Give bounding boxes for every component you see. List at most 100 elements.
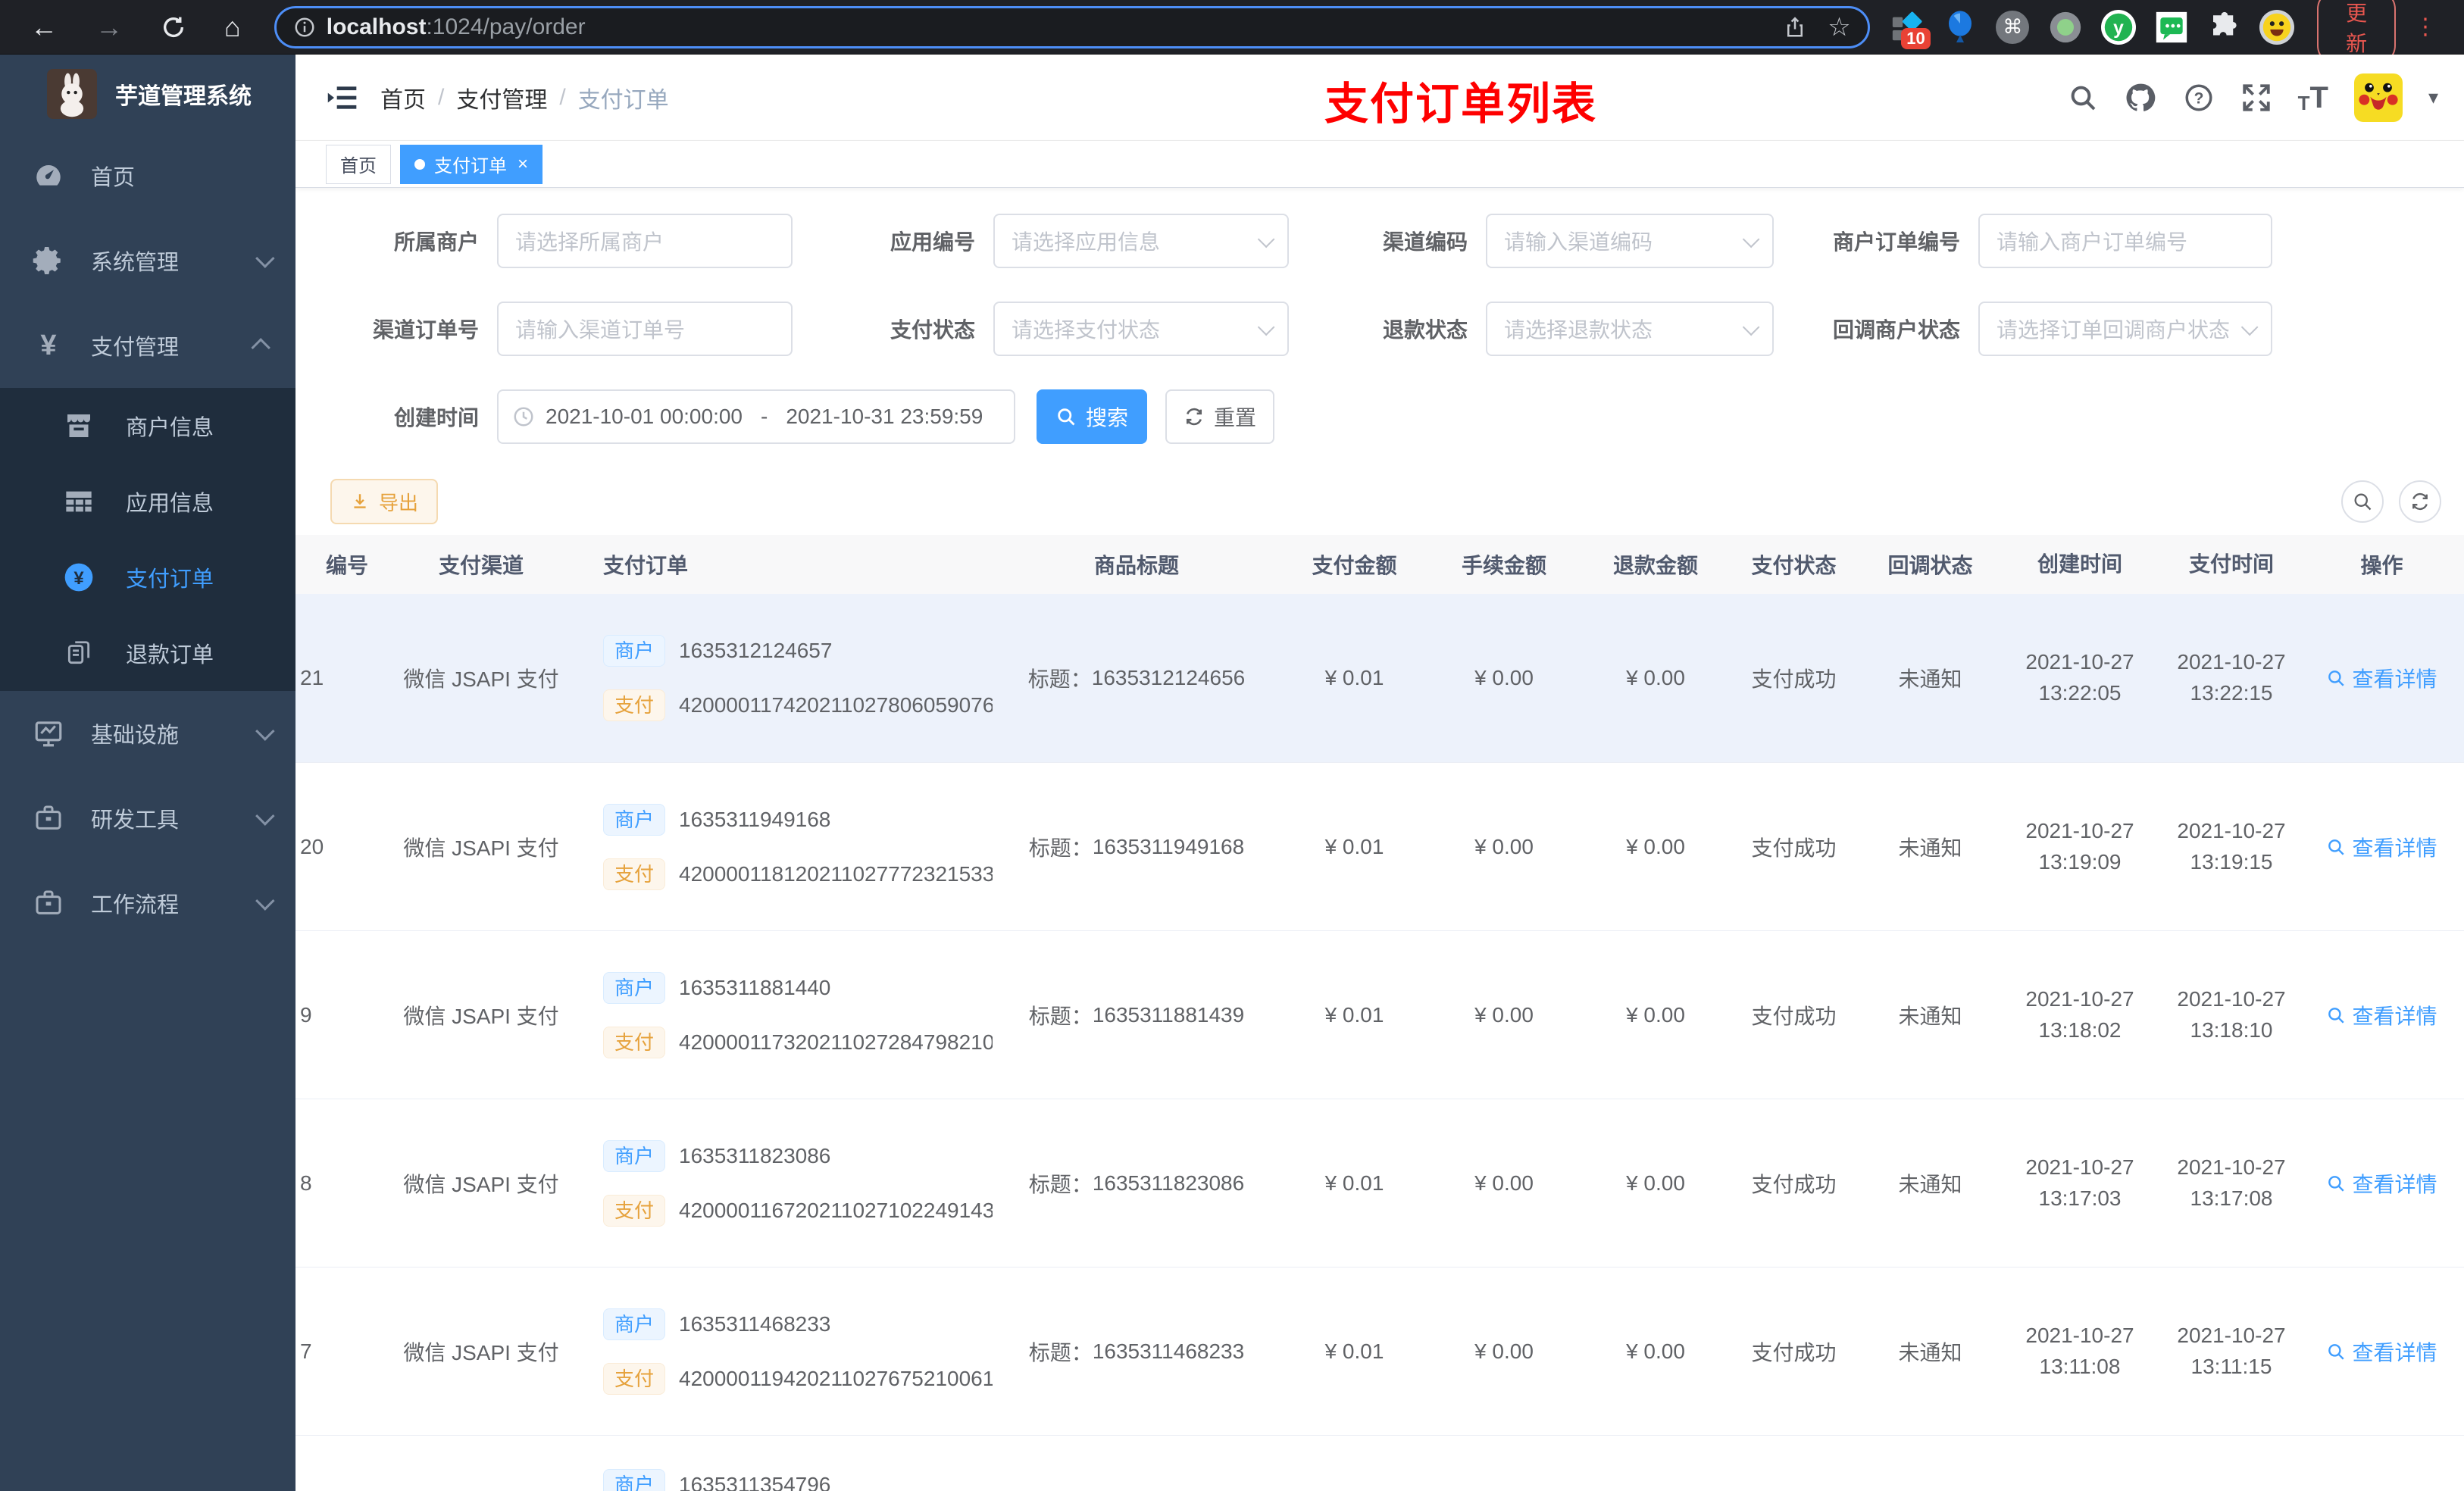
pay-tag: 支付 [603,1362,666,1395]
cell-pay-time: 2021-10-27 13:19:15 [2177,818,2286,874]
merchant-tag: 商户 [603,635,666,667]
extension-chat-icon[interactable] [2154,10,2189,45]
toolbox-icon [30,803,67,833]
browser-home-icon[interactable]: ⌂ [224,13,241,41]
view-detail-link[interactable]: 查看详情 [2307,1168,2456,1199]
chevron-down-icon [255,891,275,911]
cell-channel: 微信 JSAPI 支付 [403,1004,559,1028]
table-row[interactable]: 21 微信 JSAPI 支付 商户 1635312124657 支付 4200001… [295,594,2464,762]
notify-status-select[interactable]: 请选择订单回调商户状态 [1978,302,2272,356]
header-search-icon[interactable] [2068,83,2098,113]
merchant-order-no-input[interactable]: 请输入商户订单编号 [1978,214,2272,268]
extension-command-icon[interactable]: ⌘ [1995,10,2030,45]
filter-label: 渠道编码 [1382,230,1468,254]
col-header-pay-order: 支付订单 [603,554,689,577]
app-select[interactable]: 请选择应用信息 [993,214,1289,268]
browser-menu-icon[interactable]: ⋮ [2414,14,2437,40]
browser-back-icon[interactable]: ← [30,13,58,41]
tab-home[interactable]: 首页 [326,144,391,184]
help-icon[interactable]: ? [2183,82,2215,114]
cell-channel: 微信 JSAPI 支付 [403,1340,559,1364]
extension-yudao-icon[interactable]: y [2100,9,2136,45]
yen-icon: ¥ [40,330,57,361]
merchant-tag: 商户 [603,971,666,1004]
reset-button[interactable]: 重置 [1165,389,1274,444]
sidebar-item-merchant-info[interactable]: 商户信息 [0,388,295,464]
svg-text:y: y [2113,17,2124,38]
search-icon [1058,408,1075,426]
cell-pay-amount: ¥ 0.01 [1324,1339,1384,1363]
sidebar-item-workflow[interactable]: 工作流程 [0,861,295,946]
sidebar-item-dev-tools[interactable]: 研发工具 [0,776,295,861]
table-row[interactable]: 商户 1635311354796 [295,1435,2464,1491]
view-detail-link[interactable]: 查看详情 [2307,1000,2456,1030]
refresh-table-button[interactable] [2399,480,2441,523]
shop-icon [59,411,98,441]
channel-order-no-input[interactable]: 请输入渠道订单号 [497,302,793,356]
browser-forward-icon[interactable]: → [95,13,123,41]
github-icon[interactable] [2124,81,2157,114]
pay-status-select[interactable]: 请选择支付状态 [993,302,1289,356]
view-detail-link[interactable]: 查看详情 [2307,832,2456,862]
cell-pay-order: 商户 1635311823086 支付 4200001167202110271022… [591,1139,993,1227]
clock-icon [514,407,533,427]
cell-id: 21 [300,666,324,689]
yen-circle-icon: ¥ [59,561,98,594]
tab-label: 支付订单 [434,156,507,177]
breadcrumb-separator: / [438,84,445,110]
table-row[interactable]: 9 微信 JSAPI 支付 商户 1635311881440 支付 42000011… [295,930,2464,1099]
extension-balloon-icon[interactable] [1943,10,1978,45]
sidebar: 芋道管理系统 首页 系统管理 ¥ 支付管理 商户信息 应用信息 ¥ 支付订单 退… [0,55,295,1491]
extensions-puzzle-icon[interactable] [2207,10,2242,45]
table-row[interactable]: 8 微信 JSAPI 支付 商户 1635311823086 支付 42000011… [295,1099,2464,1267]
search-icon [2354,493,2372,511]
table-row[interactable]: 7 微信 JSAPI 支付 商户 1635311468233 支付 42000011… [295,1267,2464,1435]
export-button[interactable]: 导出 [330,479,439,524]
address-bar[interactable]: localhost:1024/pay/order ☆ [274,5,1870,48]
sidebar-item-refund-order[interactable]: 退款订单 [0,615,295,691]
view-detail-link[interactable]: 查看详情 [2307,1336,2456,1367]
font-size-icon[interactable]: TT [2298,83,2328,113]
sidebar-item-label: 商户信息 [126,416,214,440]
sidebar-item-infrastructure[interactable]: 基础设施 [0,691,295,776]
tab-pay-order[interactable]: 支付订单 × [400,144,543,184]
search-button[interactable]: 搜索 [1037,389,1147,444]
sidebar-item-app-info[interactable]: 应用信息 [0,464,295,539]
app-logo[interactable]: 芋道管理系统 [0,55,295,133]
cell-pay-amount: ¥ 0.01 [1324,666,1384,689]
breadcrumb-home[interactable]: 首页 [380,81,426,114]
sidebar-item-system[interactable]: 系统管理 [0,218,295,303]
bookmark-star-icon[interactable]: ☆ [1828,12,1850,42]
profile-emoji-icon[interactable] [2259,9,2295,45]
col-header-channel: 支付渠道 [438,554,524,577]
table-row[interactable]: 20 微信 JSAPI 支付 商户 1635311949168 支付 4200001… [295,762,2464,930]
placeholder-text: 请输入渠道编码 [1504,230,1653,254]
browser-reload-icon[interactable] [161,14,186,40]
create-time-range-picker[interactable]: 2021-10-01 00:00:00 - 2021-10-31 23:59:5… [497,389,1015,444]
fullscreen-icon[interactable] [2240,82,2272,114]
sidebar-item-pay-order[interactable]: ¥ 支付订单 [0,539,295,615]
breadcrumb-pay-mgmt[interactable]: 支付管理 [456,81,547,114]
cell-create-time: 2021-10-27 13:19:09 [2025,818,2134,874]
site-info-icon[interactable] [293,16,316,39]
sidebar-item-payment[interactable]: ¥ 支付管理 [0,303,295,388]
avatar-dropdown-caret-icon[interactable]: ▾ [2428,86,2438,109]
tab-close-icon[interactable]: × [518,154,528,175]
view-detail-link[interactable]: 查看详情 [2307,663,2456,693]
extension-dot-icon[interactable] [2048,10,2083,45]
magnifier-icon [2328,1007,2345,1024]
placeholder-text: 请输入渠道订单号 [515,318,686,342]
refund-status-select[interactable]: 请选择退款状态 [1486,302,1774,356]
cell-pay-time: 2021-10-27 13:18:10 [2177,986,2286,1042]
merchant-select[interactable]: 请选择所属商户 [497,214,793,268]
sidebar-item-home[interactable]: 首页 [0,133,295,218]
payment-submenu: 商户信息 应用信息 ¥ 支付订单 退款订单 [0,388,295,691]
share-icon[interactable] [1784,16,1806,39]
search-button-label: 搜索 [1085,406,1128,430]
filter-label: 渠道订单号 [372,318,479,342]
toggle-search-button[interactable] [2341,480,2384,523]
sidebar-fold-icon[interactable] [326,83,359,112]
extension-diamond-icon[interactable]: 10 [1890,10,1931,49]
channel-code-select[interactable]: 请输入渠道编码 [1486,214,1774,268]
user-avatar[interactable] [2353,73,2403,122]
